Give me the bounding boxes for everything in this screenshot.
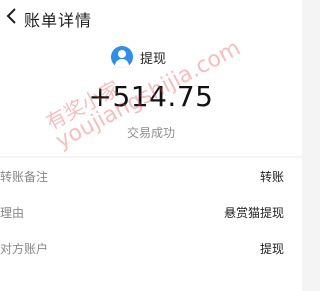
- detail-label: 对方账户: [0, 242, 49, 256]
- detail-label: 理由: [0, 206, 25, 220]
- detail-row-account: 对方账户 提现: [0, 230, 302, 266]
- transaction-amount: +514.75: [88, 80, 214, 113]
- detail-label: 转账备注: [0, 170, 49, 184]
- detail-row-remark: 转账备注 转账: [0, 158, 302, 194]
- user-avatar-icon: [111, 46, 133, 68]
- detail-value: 提现: [259, 242, 284, 256]
- detail-value: 悬赏猫提现: [223, 206, 284, 220]
- detail-list: 转账备注 转账 理由 悬赏猫提现 对方账户 提现: [0, 158, 302, 291]
- transaction-summary: 提现 +514.75 交易成功: [0, 34, 302, 156]
- payee-name: 提现: [140, 52, 167, 67]
- top-bar: 账单详情: [0, 0, 302, 34]
- chevron-left-icon[interactable]: [4, 6, 20, 26]
- transaction-status: 交易成功: [126, 126, 175, 140]
- detail-row-reason: 理由 悬赏猫提现: [0, 194, 302, 230]
- page-title: 账单详情: [24, 11, 93, 30]
- detail-value: 转账: [259, 170, 284, 184]
